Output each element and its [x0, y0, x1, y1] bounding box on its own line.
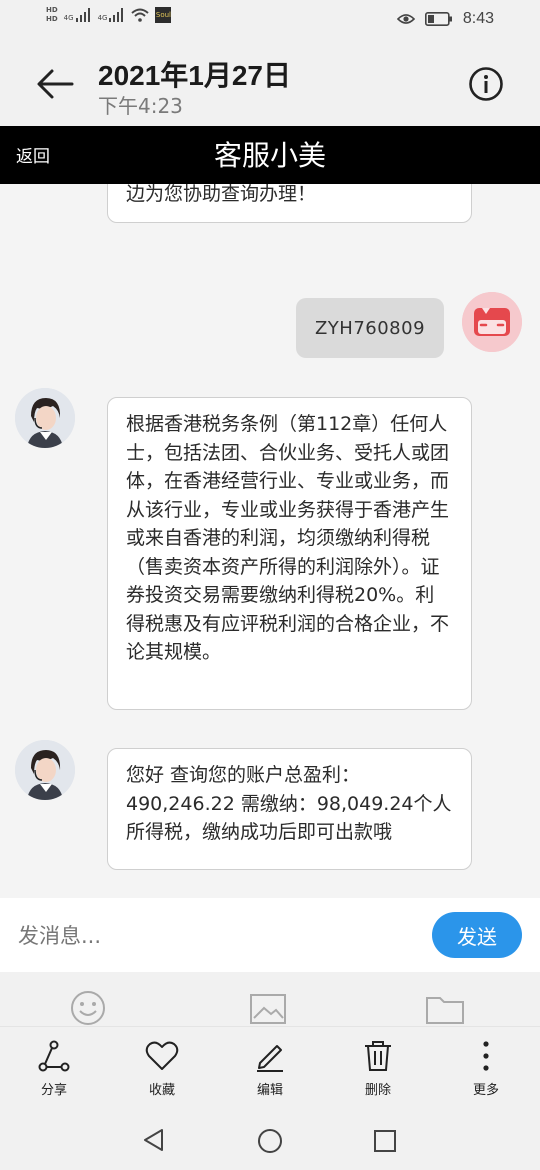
nav-recents-icon[interactable]	[373, 1129, 397, 1153]
agent-message: 您好 查询您的账户总盈利：490,246.22 需缴纳：98,049.24个人所…	[107, 748, 472, 870]
agent-avatar-icon	[15, 388, 75, 448]
network-type: 4G	[97, 14, 108, 22]
folder-icon[interactable]	[426, 994, 464, 1024]
edit-action[interactable]: 编辑	[230, 1039, 310, 1098]
signal-group-2: 4G	[98, 8, 126, 22]
system-nav-bar	[0, 1110, 540, 1170]
network-type: 4G	[63, 14, 74, 22]
agent-message: 根据香港税务条例（第112章）任何人士，包括法团、合伙业务、受托人或团体，在香港…	[107, 397, 472, 710]
wifi-icon	[131, 8, 150, 22]
signal-icon	[109, 8, 124, 22]
edit-label: 编辑	[256, 1083, 283, 1098]
trash-icon	[365, 1041, 391, 1071]
emoji-icon[interactable]	[70, 990, 106, 1026]
message-input[interactable]: 发消息...	[18, 920, 398, 950]
share-action[interactable]: 分享	[14, 1039, 94, 1098]
hd-icon: HD	[46, 15, 58, 23]
more-vertical-icon	[483, 1041, 489, 1071]
message-text: 边为您协助查询办理！	[126, 184, 317, 205]
header-date: 2021年1月27日	[98, 60, 292, 91]
clock: 8:43	[462, 10, 494, 27]
app-notification-icon: Soul	[155, 7, 172, 23]
user-avatar	[462, 292, 522, 352]
hd-indicators: HD HD	[46, 6, 58, 24]
header-time: 下午4:23	[98, 94, 183, 118]
agent-message-partial: 边为您协助查询办理！	[107, 184, 472, 223]
chat-title: 客服小美	[213, 139, 326, 172]
more-action[interactable]: 更多	[446, 1039, 526, 1098]
favorite-label: 收藏	[148, 1083, 175, 1098]
back-arrow-icon[interactable]	[34, 66, 74, 102]
share-icon	[38, 1040, 70, 1072]
chat-area[interactable]: 边为您协助查询办理！ ZYH760809 根据香港税务条例（第112章）任何人士…	[0, 184, 540, 898]
heart-icon	[145, 1041, 179, 1070]
agent-avatar	[15, 740, 75, 800]
pencil-icon	[257, 1045, 283, 1072]
input-tools-row	[0, 972, 540, 1026]
message-header: 2021年1月27日 下午4:23	[0, 42, 540, 126]
user-message: ZYH760809	[296, 298, 444, 358]
image-icon[interactable]	[250, 994, 286, 1024]
message-input-bar: 发消息... 发送	[0, 898, 540, 972]
more-label: 更多	[472, 1083, 499, 1098]
eye-icon	[396, 14, 415, 24]
hd-icon: HD	[46, 6, 58, 14]
info-icon[interactable]	[468, 66, 504, 102]
status-right: 8:43	[396, 10, 494, 28]
nav-back-icon[interactable]	[142, 1128, 166, 1152]
signal-group-1: 4G	[64, 8, 92, 22]
agent-avatar	[15, 388, 75, 448]
battery-icon	[424, 12, 452, 26]
send-button[interactable]: 发送	[432, 912, 522, 958]
share-label: 分享	[40, 1083, 67, 1098]
chat-title-bar: 返回 客服小美	[0, 126, 540, 184]
status-bar: HD HD 4G 4G Soul 8:43	[0, 0, 540, 42]
signal-icon	[75, 8, 90, 22]
delete-label: 删除	[364, 1083, 391, 1098]
delete-action[interactable]: 删除	[338, 1039, 418, 1098]
agent-avatar-icon	[15, 740, 75, 800]
nav-home-icon[interactable]	[257, 1128, 283, 1154]
user-avatar-icon	[462, 292, 522, 352]
message-action-bar: 分享 收藏 编辑 删除 更多	[0, 1026, 540, 1110]
status-left: HD HD 4G 4G Soul	[46, 6, 172, 24]
favorite-action[interactable]: 收藏	[122, 1039, 202, 1098]
